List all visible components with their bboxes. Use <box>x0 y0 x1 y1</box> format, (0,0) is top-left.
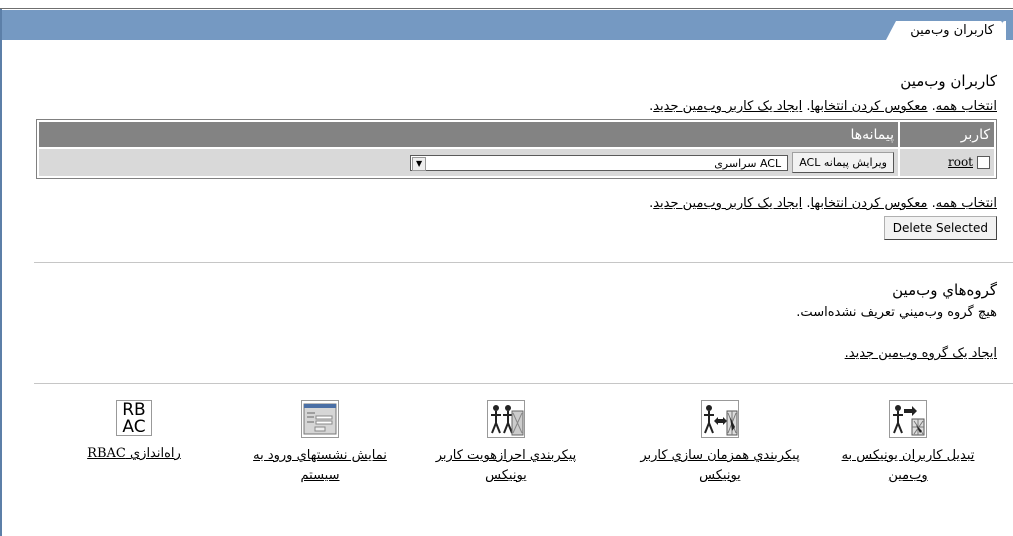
unix-auth-icon <box>487 400 525 438</box>
table-row: root ويرايش پيمانه ACL ACL سراسری ▼ <box>39 149 994 176</box>
groups-heading: گروه‌هاي وب‌مين <box>892 281 997 299</box>
users-table: کاربر پيمانه‌ها root ويرايش پيمانه ACL A… <box>36 119 997 179</box>
modules-column-header: پيمانه‌ها <box>39 122 898 147</box>
delete-selected-button[interactable]: Delete Selected <box>883 216 997 240</box>
user-link[interactable]: root <box>948 155 973 169</box>
acl-select-value: ACL سراسری <box>714 156 782 170</box>
modules-cell: ويرايش پيمانه ACL ACL سراسری ▼ <box>39 149 898 176</box>
sync-users-icon <box>701 400 739 438</box>
shortcut-rbac[interactable]: RB AC راه‌اندازي RBAC <box>54 400 214 464</box>
login-sessions-link[interactable]: نمايش نشستهاي ورود به سيستم <box>253 448 387 483</box>
invert-selection-link-bottom[interactable]: معکوس کردن انتخابها <box>810 196 927 211</box>
unix-auth-link[interactable]: پيکربندي احرازهويت کاربر يونيکس <box>436 448 577 483</box>
users-heading: کاربران وب‌مين <box>900 72 997 90</box>
user-column-header: کاربر <box>900 122 994 147</box>
create-group-link[interactable]: ايجاد يک گروه وب‌مين جديد. <box>845 346 997 361</box>
top-border <box>0 0 1013 9</box>
convert-users-link[interactable]: تبديل کاربران يونيکس به وب‌مين <box>842 448 975 483</box>
select-all-link[interactable]: انتخاب همه <box>936 99 997 114</box>
shortcut-login-sessions[interactable]: نمايش نشستهاي ورود به سيستم <box>240 400 400 486</box>
rbac-link[interactable]: راه‌اندازي RBAC <box>87 446 181 461</box>
select-all-link-bottom[interactable]: انتخاب همه <box>936 196 997 211</box>
table-header-row: کاربر پيمانه‌ها <box>39 122 994 147</box>
acl-select[interactable]: ACL سراسری ▼ <box>410 154 789 171</box>
shortcut-unix-auth[interactable]: پيکربندي احرازهويت کاربر يونيکس <box>426 400 586 486</box>
rbac-icon-line2: AC <box>122 417 146 437</box>
invert-selection-link[interactable]: معکوس کردن انتخابها <box>810 99 927 114</box>
tab-webmin-users[interactable]: کاربران وب‌مين <box>886 21 1006 40</box>
divider-2 <box>34 383 1013 384</box>
edit-acl-button[interactable]: ويرايش پيمانه ACL <box>792 152 894 173</box>
divider-1 <box>34 262 1013 263</box>
login-sessions-icon <box>301 400 339 438</box>
rbac-icon: RB AC <box>116 400 152 436</box>
user-checkbox[interactable] <box>977 156 990 169</box>
convert-users-icon <box>889 400 927 438</box>
chevron-down-icon: ▼ <box>412 156 427 171</box>
shortcut-convert-users[interactable]: تبديل کاربران يونيکس به وب‌مين <box>828 400 988 486</box>
create-user-link[interactable]: ايجاد يک کاربر وب‌مين جديد <box>653 99 802 114</box>
shortcut-icons: تبديل کاربران يونيکس به وب‌مين پيکربندي … <box>0 400 1013 536</box>
create-group-link-wrap: ايجاد يک گروه وب‌مين جديد. <box>845 346 997 361</box>
shortcut-sync-users[interactable]: پيکربندي همزمان سازي کاربر يونيکس <box>640 400 800 486</box>
sync-users-link[interactable]: پيکربندي همزمان سازي کاربر يونيکس <box>640 448 799 483</box>
user-cell: root <box>900 149 994 176</box>
create-user-link-bottom[interactable]: ايجاد يک کاربر وب‌مين جديد <box>653 196 802 211</box>
tab-bar: کاربران وب‌مين <box>2 10 1013 40</box>
users-links-bottom: انتخاب همه. معکوس کردن انتخابها. ايجاد ي… <box>649 196 997 211</box>
users-links-top: انتخاب همه. معکوس کردن انتخابها. ايجاد ي… <box>649 99 997 114</box>
no-groups-message: هيچ گروه وب‌ميني تعريف نشده‌است. <box>796 305 997 320</box>
